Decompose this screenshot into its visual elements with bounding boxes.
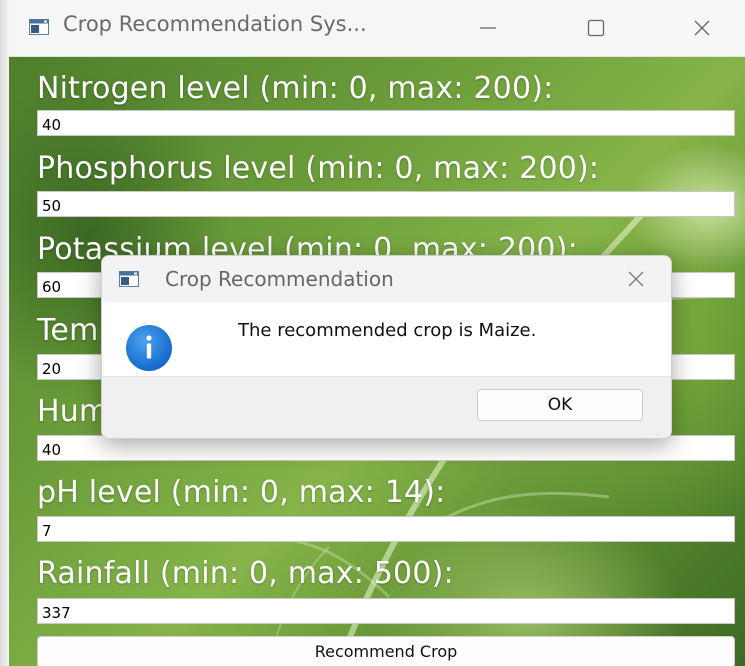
info-icon xyxy=(125,324,173,372)
dialog-title: Crop Recommendation xyxy=(165,267,394,291)
close-icon xyxy=(694,20,710,36)
app-window-icon xyxy=(29,19,49,35)
ph-label: pH level (min: 0, max: 14): xyxy=(37,475,446,510)
phosphorus-input[interactable]: 50 xyxy=(37,191,735,217)
dialog-footer: OK xyxy=(102,376,671,438)
close-button[interactable] xyxy=(679,6,725,50)
dialog-title-bar[interactable]: Crop Recommendation xyxy=(102,256,671,302)
ph-input[interactable]: 7 xyxy=(37,516,735,542)
minimize-icon xyxy=(480,27,496,29)
nitrogen-label: Nitrogen level (min: 0, max: 200): xyxy=(37,71,554,106)
window-edge xyxy=(0,0,9,666)
close-icon xyxy=(628,271,644,287)
dialog-body: The recommended crop is Maize. xyxy=(102,302,671,376)
minimize-button[interactable] xyxy=(465,6,511,50)
ok-button[interactable]: OK xyxy=(477,389,643,421)
dialog-window-icon xyxy=(119,271,139,287)
dialog-message: The recommended crop is Maize. xyxy=(238,320,537,341)
title-bar[interactable]: Crop Recommendation Sys... xyxy=(9,0,745,57)
temperature-label: Tem xyxy=(37,313,99,348)
nitrogen-input[interactable]: 40 xyxy=(37,110,735,136)
rainfall-label: Rainfall (min: 0, max: 500): xyxy=(37,556,454,591)
recommend-crop-button[interactable]: Recommend Crop xyxy=(37,636,735,666)
maximize-button[interactable] xyxy=(573,6,619,50)
humidity-label: Hum xyxy=(37,394,109,429)
maximize-icon xyxy=(587,19,605,37)
phosphorus-label: Phosphorus level (min: 0, max: 200): xyxy=(37,151,600,186)
recommendation-dialog: Crop Recommendation The recommended crop… xyxy=(101,255,672,439)
rainfall-input[interactable]: 337 xyxy=(37,598,735,624)
window-title: Crop Recommendation Sys... xyxy=(63,12,367,36)
dialog-close-button[interactable] xyxy=(616,262,656,296)
